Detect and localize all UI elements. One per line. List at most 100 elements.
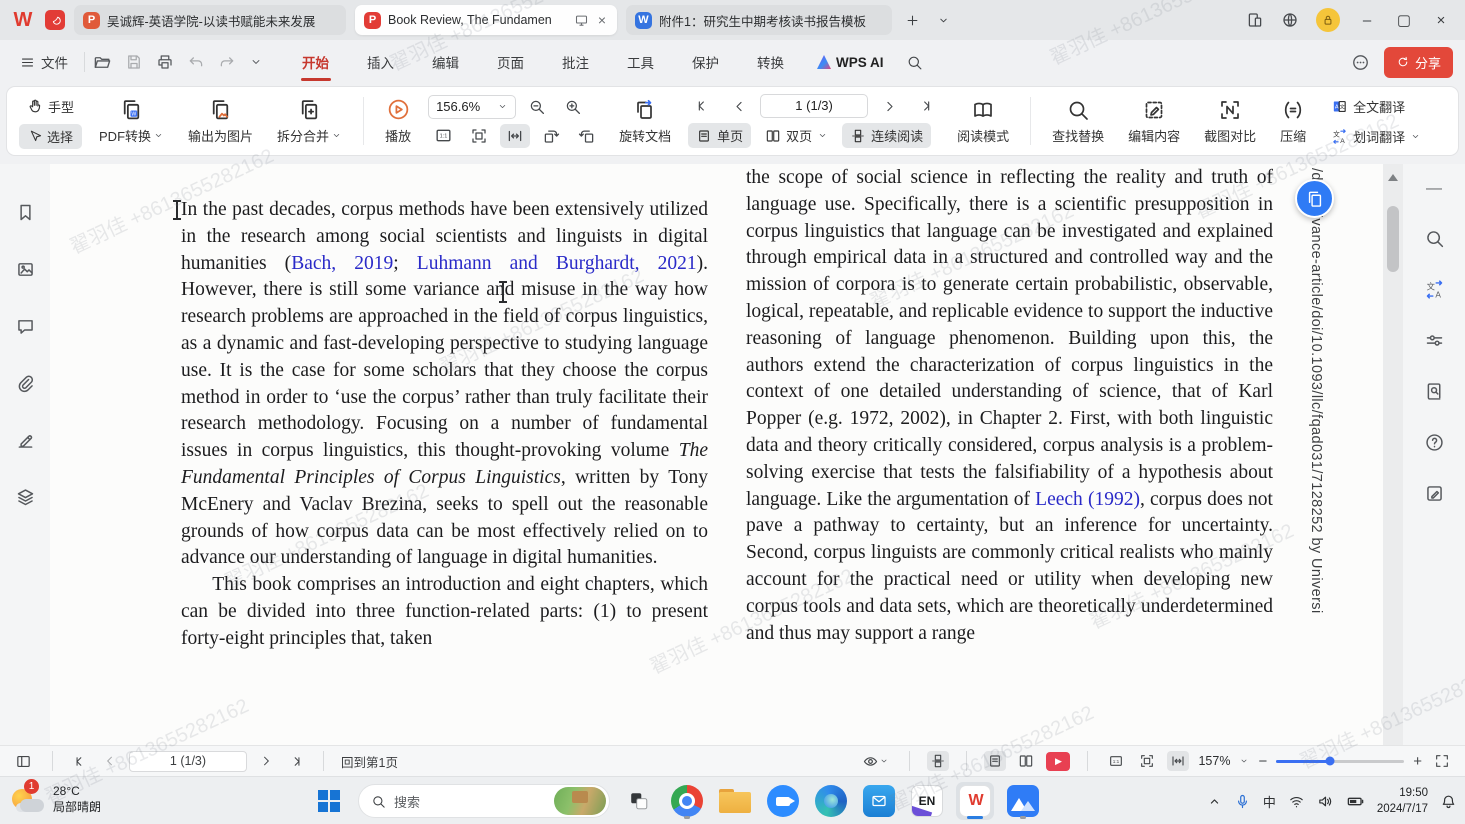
menu-tab-annotate[interactable]: 批注 — [545, 46, 606, 78]
clock-widget[interactable]: 19:50 2024/7/17 — [1377, 785, 1428, 817]
single-page-icon[interactable] — [984, 751, 1006, 771]
share-button[interactable]: 分享 — [1384, 47, 1453, 78]
prev-page-button[interactable] — [100, 752, 120, 770]
citation-link[interactable]: Luhmann and Burghardt, 2021 — [417, 253, 697, 274]
taskbar-app-ime-en[interactable]: EN — [908, 782, 946, 820]
network-globe-icon[interactable] — [1281, 11, 1299, 29]
pdf-convert-button[interactable]: W PDF转换 — [92, 95, 171, 147]
wifi-icon[interactable] — [1288, 793, 1305, 810]
chevron-down-icon[interactable] — [1239, 756, 1249, 766]
task-view-button[interactable] — [620, 782, 658, 820]
file-menu-button[interactable]: 文件 — [12, 47, 76, 77]
back-to-first-button[interactable]: 回到第1页 — [341, 752, 398, 771]
present-mode-icon[interactable] — [574, 13, 589, 28]
last-page-button[interactable] — [285, 752, 306, 771]
taskbar-app-explorer[interactable] — [716, 782, 754, 820]
export-image-button[interactable]: 输出为图片 — [181, 95, 260, 147]
select-tool-button[interactable]: 选择 — [19, 124, 82, 149]
translate-icon[interactable] — [1424, 279, 1445, 300]
menu-tab-tools[interactable]: 工具 — [610, 46, 671, 78]
tab-presentation[interactable]: P 吴诚辉-英语学院-以读书赋能未来发展 — [74, 5, 346, 35]
new-tab-button[interactable] — [901, 13, 924, 28]
taskbar-app-mail[interactable] — [860, 782, 898, 820]
continuous-read-button[interactable]: 连续阅读 — [842, 123, 931, 148]
fit-width-icon[interactable] — [1167, 751, 1189, 771]
minimize-button[interactable]: – — [1357, 12, 1377, 29]
menu-tab-protect[interactable]: 保护 — [675, 46, 736, 78]
tab-list-chevron-icon[interactable] — [933, 14, 954, 27]
taskbar-app-edge[interactable] — [812, 782, 850, 820]
wps-logo[interactable]: W — [8, 9, 36, 32]
undo-icon[interactable] — [187, 53, 205, 71]
save-icon[interactable] — [125, 53, 143, 71]
menu-tab-insert[interactable]: 插入 — [350, 46, 411, 78]
rotate-left-button[interactable] — [536, 124, 566, 148]
actual-size-button[interactable] — [428, 124, 458, 148]
thumbnail-icon[interactable] — [15, 259, 36, 280]
zoom-minus-button[interactable]: − — [1258, 753, 1267, 770]
help-icon[interactable] — [1424, 432, 1445, 453]
next-page-button[interactable] — [874, 94, 904, 118]
scrollbar-thumb[interactable] — [1387, 206, 1399, 272]
weather-widget[interactable]: 1 28°C 局部晴朗 — [10, 781, 101, 817]
citation-link[interactable]: Leech (1992) — [1035, 489, 1140, 510]
docer-icon[interactable] — [45, 10, 65, 30]
compress-button[interactable]: 压缩 — [1273, 96, 1313, 147]
citation-link[interactable]: Bach, 2019 — [291, 253, 393, 274]
hand-tool-button[interactable]: 手型 — [19, 94, 82, 119]
tab-word[interactable]: W 附件1：研究生中期考核读书报告模板 — [626, 5, 892, 35]
volume-icon[interactable] — [1317, 793, 1334, 810]
pdf-page[interactable]: In the past decades, corpus methods have… — [50, 164, 1383, 745]
zoom-percentage[interactable]: 157% — [1198, 754, 1230, 768]
scroll-up-arrow[interactable] — [1388, 174, 1398, 181]
page-number-input[interactable]: 1 (1/3) — [760, 94, 868, 118]
zoom-out-button[interactable] — [522, 95, 552, 119]
hidden-icons-chevron[interactable] — [1207, 794, 1222, 809]
attachment-icon[interactable] — [15, 373, 36, 394]
search-daily-image[interactable] — [554, 787, 606, 815]
read-mode-button[interactable]: 阅读模式 — [950, 96, 1016, 147]
print-icon[interactable] — [156, 53, 174, 71]
menu-tab-edit[interactable]: 编辑 — [415, 46, 476, 78]
ime-chinese-indicator[interactable]: 中 — [1263, 792, 1276, 811]
prev-page-button[interactable] — [724, 94, 754, 118]
edit-content-button[interactable]: 编辑内容 — [1121, 96, 1187, 147]
zoom-in-button[interactable] — [558, 95, 588, 119]
device-sync-icon[interactable] — [1246, 11, 1264, 29]
view-options-eye-icon[interactable] — [859, 751, 892, 772]
single-page-button[interactable]: 单页 — [688, 123, 751, 148]
fit-width-button[interactable] — [500, 124, 530, 148]
tab-close-icon[interactable]: × — [596, 12, 608, 28]
tab-pdf-active[interactable]: P Book Review, The Fundamen × — [355, 5, 617, 35]
taskbar-app-zoom[interactable] — [764, 782, 802, 820]
close-button[interactable]: × — [1431, 12, 1451, 29]
fit-page-icon[interactable] — [1136, 751, 1158, 771]
collapse-icon[interactable]: — — [1426, 180, 1442, 198]
menu-tab-home[interactable]: 开始 — [285, 46, 346, 78]
feedback-icon[interactable] — [1424, 483, 1445, 504]
layers-icon[interactable] — [15, 487, 36, 508]
zoom-slider[interactable] — [1276, 760, 1404, 763]
rotate-right-button[interactable] — [572, 124, 602, 148]
next-page-button[interactable] — [256, 752, 276, 770]
first-page-button[interactable] — [70, 752, 91, 771]
dictionary-icon[interactable] — [1424, 381, 1445, 402]
menu-search-icon[interactable] — [906, 54, 923, 71]
search-icon[interactable] — [1424, 228, 1445, 249]
battery-icon[interactable] — [1346, 792, 1365, 811]
page-number-input[interactable]: 1 (1/3) — [129, 751, 247, 772]
maximize-button[interactable]: ▢ — [1394, 11, 1414, 29]
convert-float-button[interactable] — [1295, 179, 1334, 218]
menu-tab-wps-ai[interactable]: WPS AI — [805, 49, 896, 76]
double-page-button[interactable]: 双页 — [757, 123, 836, 148]
play-slideshow-button[interactable]: ▶ — [1046, 752, 1070, 771]
last-page-button[interactable] — [910, 94, 940, 118]
double-page-icon[interactable] — [1015, 751, 1037, 771]
zoom-slider-knob[interactable] — [1325, 757, 1334, 766]
notification-bell-icon[interactable] — [1440, 793, 1457, 810]
menu-tab-page[interactable]: 页面 — [480, 46, 541, 78]
continuous-read-icon[interactable] — [927, 751, 949, 771]
user-avatar[interactable] — [1316, 8, 1340, 32]
taskbar-app-chrome[interactable] — [668, 782, 706, 820]
word-translate-button[interactable]: 划词翻译 — [1323, 124, 1429, 149]
